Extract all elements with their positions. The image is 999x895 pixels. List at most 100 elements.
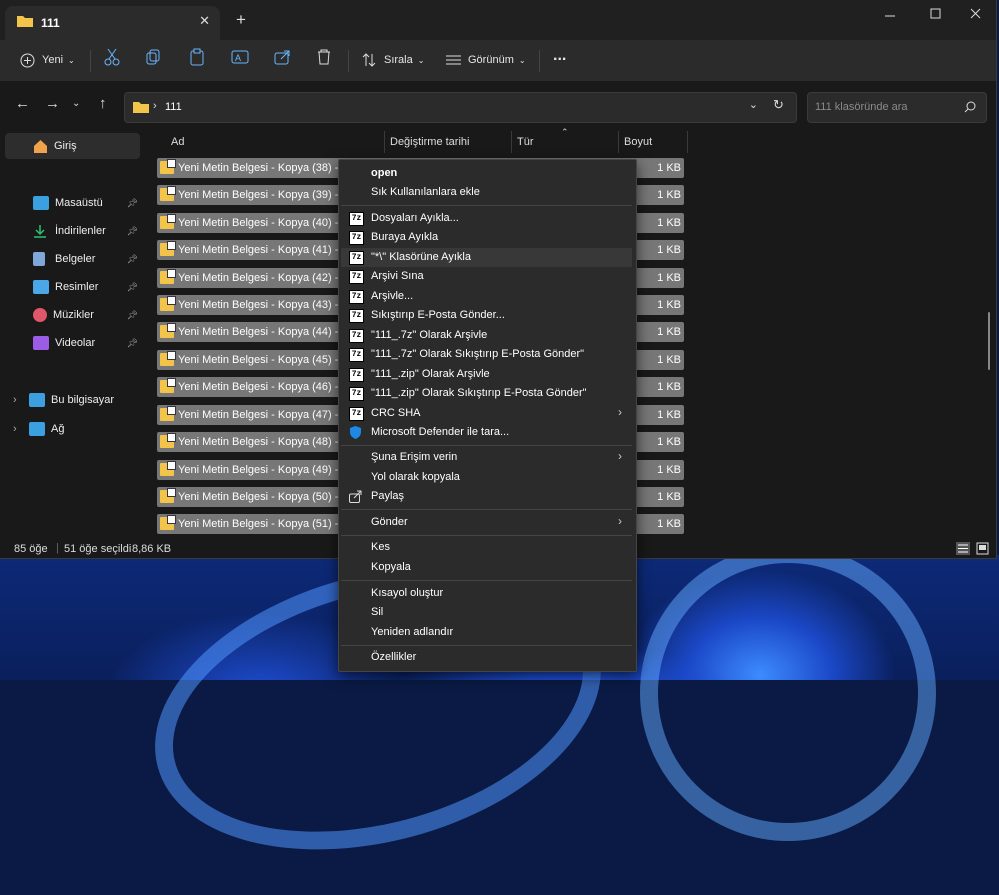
menu-item-add-archive[interactable]: 7z Arşivle... <box>341 287 632 306</box>
menu-separator <box>341 645 632 646</box>
menu-item-label: Özellikler <box>371 651 417 663</box>
view-button-label: Görünüm <box>468 54 514 66</box>
text-file-icon <box>160 214 176 229</box>
selection-size: 8,86 KB <box>132 543 172 555</box>
column-divider[interactable] <box>687 131 688 153</box>
menu-item-delete[interactable]: Sil <box>341 603 632 622</box>
new-button-label: Yeni <box>42 54 64 66</box>
menu-item-test-archive[interactable]: 7z Arşivi Sına <box>341 267 632 286</box>
sidebar-item-this-pc[interactable]: › Bu bilgisayar <box>5 387 140 413</box>
paste-icon[interactable] <box>189 48 205 72</box>
menu-item-give-access[interactable]: Şuna Erişim verin › <box>341 448 632 467</box>
minimize-icon[interactable] <box>884 10 896 22</box>
copy-icon[interactable] <box>146 48 162 72</box>
sidebar-item-videos[interactable]: Videolar 📌︎ <box>5 330 140 356</box>
text-file-icon <box>160 406 176 421</box>
column-header-type[interactable]: Tür <box>517 136 534 148</box>
recent-chevron-icon[interactable]: ⌄ <box>72 98 80 109</box>
rename-icon[interactable]: A <box>231 48 249 72</box>
sidebar-item-network[interactable]: › Ağ <box>5 416 140 442</box>
sidebar-item-music[interactable]: Müzikler 📌︎ <box>5 302 140 328</box>
expand-chevron-icon[interactable]: › <box>13 394 17 406</box>
sidebar-item-label: Masaüstü <box>55 197 103 209</box>
column-header-modified[interactable]: Değiştirme tarihi <box>390 136 469 148</box>
7zip-icon: 7z <box>349 387 364 401</box>
new-button[interactable]: Yeni ⌄ <box>20 48 75 72</box>
status-divider: | <box>56 542 59 554</box>
menu-item-add-7z[interactable]: 7z "111_.7z" Olarak Arşivle <box>341 326 632 345</box>
submenu-arrow-icon: › <box>618 449 622 463</box>
home-icon <box>34 140 47 153</box>
sidebar-item-documents[interactable]: Belgeler 📌︎ <box>5 246 140 272</box>
menu-item-extract-to-folder[interactable]: 7z "*\" Klasörüne Ayıkla <box>341 248 632 267</box>
share-icon[interactable] <box>274 48 292 72</box>
address-bar[interactable]: › 111 ⌄ <box>124 92 797 123</box>
close-tab-icon[interactable]: ✕ <box>199 13 210 29</box>
menu-item-compress-email[interactable]: 7z Sıkıştırıp E-Posta Gönder... <box>341 306 632 325</box>
sidebar-item-home[interactable]: Giriş <box>5 133 140 159</box>
forward-arrow-icon[interactable]: → <box>45 95 60 112</box>
toolbar-divider <box>348 50 349 72</box>
cut-icon[interactable] <box>104 48 120 72</box>
tab-111[interactable]: 111 ✕ <box>5 6 220 40</box>
menu-item-label: "*\" Klasörüne Ayıkla <box>371 251 471 263</box>
sidebar-item-desktop[interactable]: Masaüstü 📌︎ <box>5 190 140 216</box>
refresh-icon[interactable]: ↻ <box>773 97 784 113</box>
column-divider[interactable] <box>618 131 619 153</box>
menu-item-pin-quick-access[interactable]: Sık Kullanılanlara ekle <box>341 183 632 202</box>
menu-item-label: Arşivle... <box>371 290 414 302</box>
view-button[interactable]: Görünüm ⌄ <box>446 48 526 72</box>
computer-icon <box>29 393 45 407</box>
menu-item-extract-files[interactable]: 7z Dosyaları Ayıkla... <box>341 209 632 228</box>
expand-chevron-icon[interactable]: › <box>13 423 17 435</box>
file-size: 1 KB <box>657 272 681 284</box>
close-window-icon[interactable] <box>970 8 982 20</box>
column-divider[interactable] <box>511 131 512 153</box>
scrollbar-thumb[interactable] <box>988 312 990 370</box>
breadcrumb[interactable]: 111 <box>165 101 182 113</box>
menu-item-copy-path[interactable]: Yol olarak kopyala <box>341 468 632 487</box>
column-header-size[interactable]: Boyut <box>624 136 652 148</box>
tab-title: 111 <box>41 16 60 30</box>
new-tab-button[interactable]: + <box>236 10 246 30</box>
column-divider[interactable] <box>384 131 385 153</box>
text-file-icon <box>160 159 176 174</box>
menu-item-send-to[interactable]: Gönder › <box>341 513 632 532</box>
menu-item-rename[interactable]: Yeniden adlandır <box>341 623 632 642</box>
menu-item-extract-here[interactable]: 7z Buraya Ayıkla <box>341 228 632 247</box>
sidebar-item-downloads[interactable]: İndirilenler 📌︎ <box>5 218 140 244</box>
menu-item-properties[interactable]: Özellikler <box>341 648 632 667</box>
menu-item-cut[interactable]: Kes <box>341 538 632 557</box>
search-input[interactable]: 111 klasöründe ara <box>807 92 987 123</box>
sidebar-item-pictures[interactable]: Resimler 📌︎ <box>5 274 140 300</box>
menu-item-copy[interactable]: Kopyala <box>341 558 632 577</box>
text-file-icon <box>160 515 176 530</box>
menu-item-create-shortcut[interactable]: Kısayol oluştur <box>341 584 632 603</box>
up-arrow-icon[interactable]: ↑ <box>99 95 107 112</box>
details-view-icon[interactable] <box>956 542 970 555</box>
menu-item-open[interactable]: open <box>341 164 632 183</box>
menu-item-label: "111_.zip" Olarak Arşivle <box>371 368 490 380</box>
sort-button[interactable]: Sırala ⌄ <box>362 48 424 72</box>
menu-item-defender-scan[interactable]: Microsoft Defender ile tara... <box>341 423 632 442</box>
menu-item-add-7z-email[interactable]: 7z "111_.7z" Olarak Sıkıştırıp E-Posta Gö… <box>341 345 632 364</box>
menu-item-crc-sha[interactable]: 7z CRC SHA › <box>341 404 632 423</box>
menu-item-label: CRC SHA <box>371 407 421 419</box>
video-icon <box>33 336 49 350</box>
tiles-view-icon[interactable] <box>976 542 989 555</box>
back-arrow-icon[interactable]: ← <box>15 95 30 112</box>
wallpaper-swirl <box>640 545 936 841</box>
pin-icon: 📌︎ <box>126 309 138 320</box>
menu-item-label: Buraya Ayıkla <box>371 231 439 243</box>
context-menu: open Sık Kullanılanlara ekle 7z Dosyaları… <box>338 159 637 672</box>
maximize-icon[interactable] <box>930 8 942 20</box>
command-bar: Yeni ⌄ A Sırala ⌄ Görünüm ⌄ ... <box>0 40 996 81</box>
more-options-button[interactable]: ... <box>553 44 566 68</box>
address-dropdown-icon[interactable]: ⌄ <box>749 98 758 111</box>
text-file-icon <box>160 378 176 393</box>
menu-item-add-zip[interactable]: 7z "111_.zip" Olarak Arşivle <box>341 365 632 384</box>
delete-icon[interactable] <box>316 48 332 72</box>
column-header-name[interactable]: Ad <box>171 136 184 148</box>
menu-item-share[interactable]: Paylaş <box>341 487 632 506</box>
menu-item-add-zip-email[interactable]: 7z "111_.zip" Olarak Sıkıştırıp E-Posta G… <box>341 384 632 403</box>
